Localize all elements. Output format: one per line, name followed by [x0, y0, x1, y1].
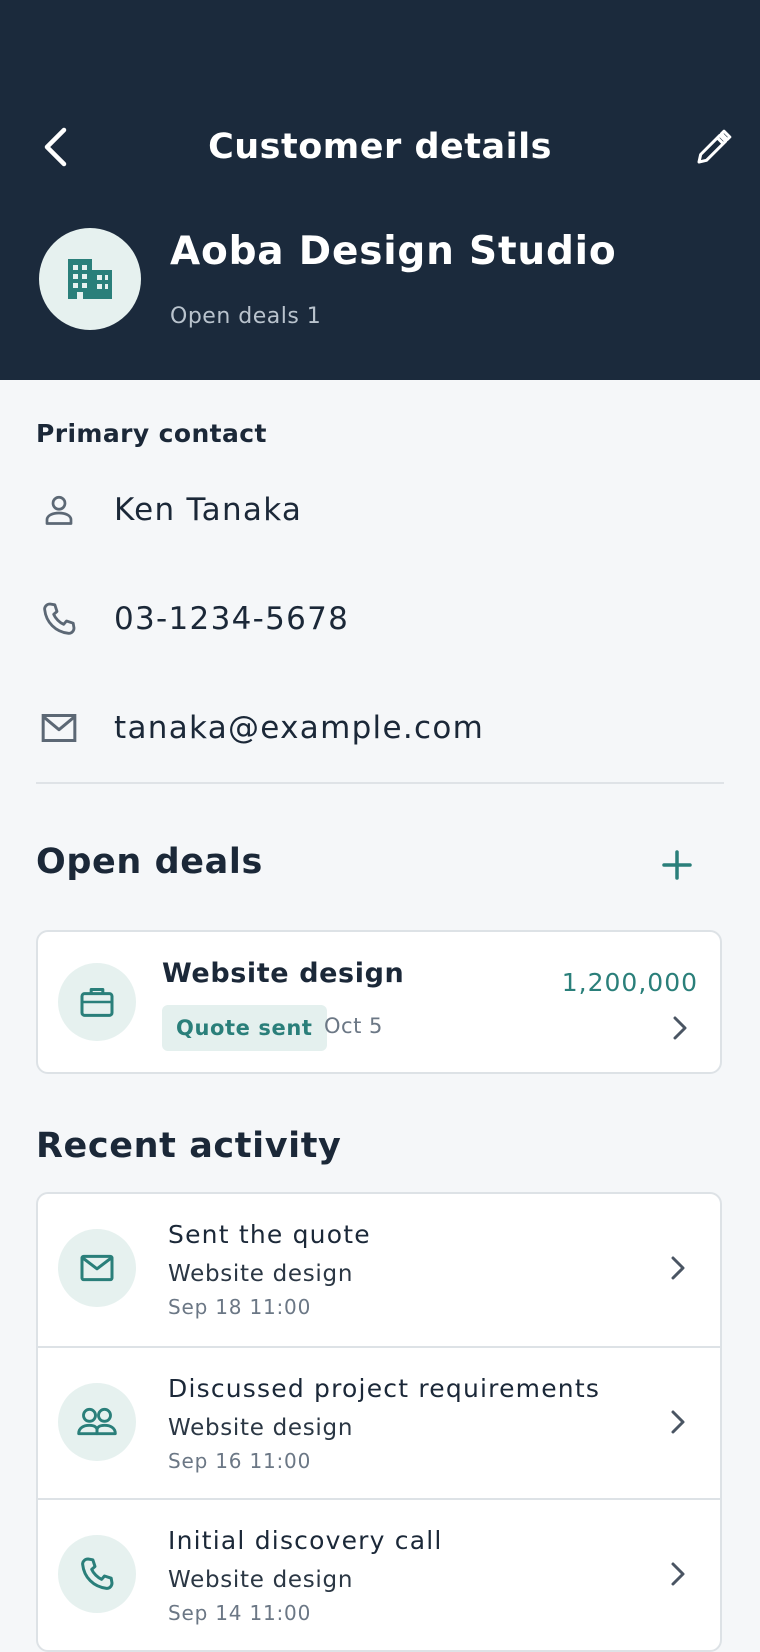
activity-subtitle: Website design	[168, 1567, 354, 1593]
activity-subtitle: Website design	[168, 1261, 354, 1287]
deal-amount: 1,200,000	[561, 968, 698, 997]
activity-item[interactable]: Sent the quote Website design Sep 18 11:…	[38, 1194, 720, 1346]
pencil-icon	[697, 129, 732, 164]
phone-icon	[34, 594, 84, 644]
screen-title: Customer details	[208, 127, 552, 167]
chevron-right-icon	[666, 1252, 690, 1284]
chevron-right-icon	[666, 1406, 690, 1438]
contact-phone-row[interactable]: 03-1234-5678	[0, 574, 760, 664]
person-icon	[34, 485, 84, 535]
activity-item[interactable]: Initial discovery call Website design Se…	[38, 1498, 720, 1650]
deal-icon	[58, 963, 136, 1041]
building-icon	[68, 259, 112, 299]
deal-status-badge: Quote sent	[162, 1005, 327, 1051]
activity-item[interactable]: Discussed project requirements Website d…	[38, 1346, 720, 1500]
contact-phone: 03-1234-5678	[114, 601, 350, 637]
activity-title: Sent the quote	[168, 1220, 371, 1249]
chevron-right-icon	[666, 1558, 690, 1590]
app-header: Customer details Aoba Design Studio Open…	[0, 0, 760, 380]
plus-icon	[662, 850, 692, 880]
activity-title: Initial discovery call	[168, 1526, 443, 1555]
activity-list: Sent the quote Website design Sep 18 11:…	[36, 1192, 722, 1652]
deal-card[interactable]: Website design Quote sent Oct 5 1,200,00…	[36, 930, 722, 1074]
activity-icon	[58, 1383, 136, 1461]
open-deals-title: Open deals	[36, 842, 263, 882]
activity-time: Sep 18 11:00	[168, 1295, 312, 1319]
activity-title: Discussed project requirements	[168, 1374, 601, 1403]
contact-email: tanaka@example.com	[114, 710, 485, 746]
edit-button[interactable]	[686, 118, 742, 176]
add-deal-button[interactable]	[652, 840, 702, 890]
activity-time: Sep 14 11:00	[168, 1601, 312, 1625]
phone-icon	[81, 1557, 114, 1590]
contact-name: Ken Tanaka	[114, 492, 303, 528]
divider	[36, 782, 724, 784]
deal-date: Oct 5	[324, 1014, 383, 1038]
mail-icon	[80, 1254, 114, 1282]
customer-avatar	[39, 228, 141, 330]
activity-icon	[58, 1535, 136, 1613]
activity-time: Sep 16 11:00	[168, 1449, 312, 1473]
people-icon	[77, 1407, 117, 1436]
mail-icon	[34, 703, 84, 753]
recent-activity-title: Recent activity	[36, 1126, 342, 1166]
contact-name-row: Ken Tanaka	[0, 465, 760, 555]
company-name: Aoba Design Studio	[170, 229, 617, 274]
open-deals-count: Open deals 1	[170, 304, 322, 329]
activity-subtitle: Website design	[168, 1415, 354, 1441]
contact-email-row[interactable]: tanaka@example.com	[0, 683, 760, 773]
deal-title: Website design	[162, 958, 405, 989]
chevron-right-icon	[668, 1012, 692, 1044]
briefcase-icon	[80, 988, 114, 1017]
activity-icon	[58, 1229, 136, 1307]
primary-contact-label: Primary contact	[36, 419, 267, 448]
